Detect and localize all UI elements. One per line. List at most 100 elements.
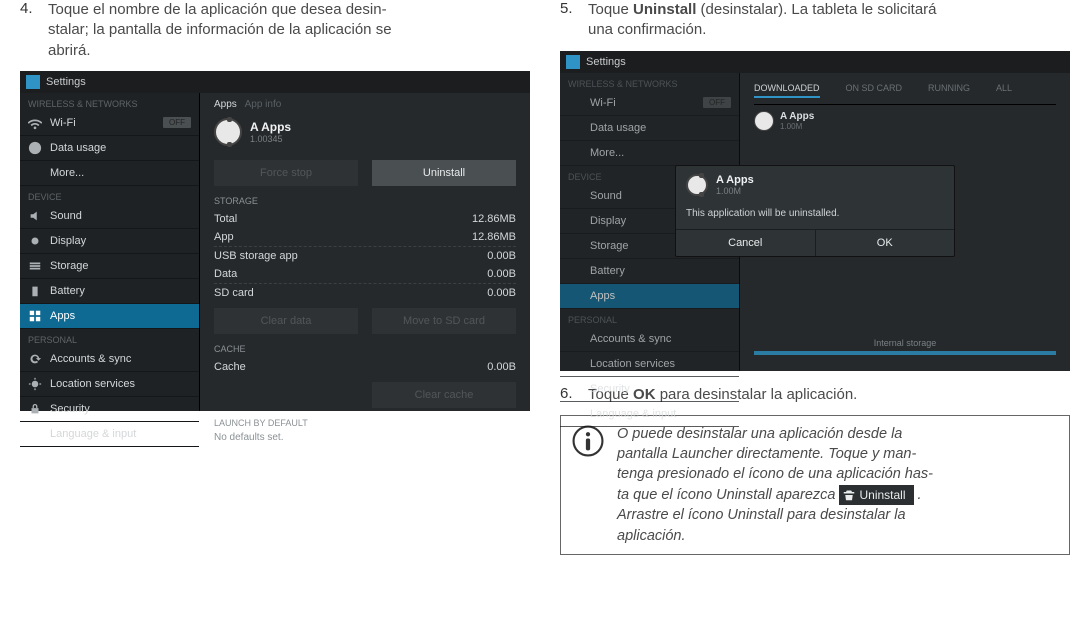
location-icon bbox=[568, 357, 582, 371]
storage-app: App12.86MB bbox=[214, 228, 516, 247]
app-header: A Apps 1.00345 bbox=[214, 116, 516, 154]
lock-icon bbox=[28, 402, 42, 416]
step-number: 5. bbox=[560, 0, 588, 41]
sync-icon bbox=[568, 332, 582, 346]
step-text: Toque Uninstall (desinstalar). La tablet… bbox=[588, 0, 937, 41]
sidebar-item-language[interactable]: Language & input bbox=[20, 422, 199, 447]
uninstall-button[interactable]: Uninstall bbox=[372, 160, 516, 186]
language-icon bbox=[28, 427, 42, 441]
step-number: 4. bbox=[20, 0, 48, 61]
sidebar-item-apps[interactable]: Apps bbox=[560, 284, 739, 309]
sidebar-item-data-usage[interactable]: Data usage bbox=[560, 116, 739, 141]
sidebar-item-more[interactable]: More... bbox=[560, 141, 739, 166]
sidebar-item-more[interactable]: More... bbox=[20, 161, 199, 186]
app-info-pane: Apps App info A Apps 1.00345 Force stop bbox=[200, 93, 530, 411]
sound-icon bbox=[568, 189, 582, 203]
battery-icon bbox=[568, 264, 582, 278]
dialog-subtitle: 1.00M bbox=[716, 186, 754, 196]
wifi-icon bbox=[28, 116, 42, 130]
settings-icon bbox=[566, 55, 580, 69]
sidebar-item-accounts[interactable]: Accounts & sync bbox=[20, 347, 199, 372]
no-defaults-text: No defaults set. bbox=[214, 432, 516, 443]
sidebar-item-data-usage[interactable]: Data usage bbox=[20, 136, 199, 161]
tab-downloaded[interactable]: DOWNLOADED bbox=[754, 83, 820, 98]
sidebar-item-location[interactable]: Location services bbox=[20, 372, 199, 397]
info-icon bbox=[571, 424, 605, 458]
apps-icon bbox=[28, 309, 42, 323]
sync-icon bbox=[28, 352, 42, 366]
sidebar-item-sound[interactable]: Sound bbox=[20, 204, 199, 229]
location-icon bbox=[28, 377, 42, 391]
screenshot-app-info: Settings WIRELESS & NETWORKS Wi-Fi OFF D… bbox=[20, 71, 530, 411]
display-icon bbox=[568, 214, 582, 228]
internal-storage-bar: Internal storage bbox=[754, 338, 1056, 355]
step-4: 4. Toque el nombre de la aplicación que … bbox=[20, 0, 530, 61]
sidebar-item-apps[interactable]: Apps bbox=[20, 304, 199, 329]
clear-data-button[interactable]: Clear data bbox=[214, 308, 358, 334]
move-to-sd-button[interactable]: Move to SD card bbox=[372, 308, 516, 334]
screenshot-uninstall-dialog: Settings WIRELESS & NETWORKS Wi-FiOFF Da… bbox=[560, 51, 1070, 371]
sidebar-item-wifi[interactable]: Wi-Fi OFF bbox=[20, 111, 199, 136]
app-version: 1.00345 bbox=[250, 134, 291, 144]
dialog-message: This application will be uninstalled. bbox=[676, 204, 954, 229]
step-text: Toque el nombre de la aplicación que des… bbox=[48, 0, 392, 61]
dialog-ok-button[interactable]: OK bbox=[816, 230, 955, 256]
sidebar-item-location[interactable]: Location services bbox=[560, 352, 739, 377]
sidebar-item-storage[interactable]: Storage bbox=[20, 254, 199, 279]
sidebar-item-language[interactable]: Language & input bbox=[560, 402, 739, 427]
dialog-cancel-button[interactable]: Cancel bbox=[676, 230, 816, 256]
storage-sdcard: SD card0.00B bbox=[214, 284, 516, 302]
sidebar-item-wifi[interactable]: Wi-FiOFF bbox=[560, 91, 739, 116]
storage-icon bbox=[568, 239, 582, 253]
cache-section-header: CACHE bbox=[214, 344, 516, 354]
app-icon bbox=[686, 174, 708, 196]
storage-section-header: STORAGE bbox=[214, 196, 516, 206]
storage-icon bbox=[28, 259, 42, 273]
apps-tabs: DOWNLOADED ON SD CARD RUNNING ALL bbox=[754, 83, 1056, 98]
wifi-off-badge[interactable]: OFF bbox=[163, 117, 191, 128]
launch-section-header: LAUNCH BY DEFAULT bbox=[214, 418, 516, 428]
storage-data: Data0.00B bbox=[214, 265, 516, 284]
tab-on-sd[interactable]: ON SD CARD bbox=[846, 83, 903, 98]
lock-icon bbox=[568, 382, 582, 396]
tip-box: O puede desinstalar una aplicación desde… bbox=[560, 415, 1070, 555]
sidebar-item-battery[interactable]: Battery bbox=[20, 279, 199, 304]
sound-icon bbox=[28, 209, 42, 223]
clear-cache-button[interactable]: Clear cache bbox=[372, 382, 516, 408]
sidebar-item-accounts[interactable]: Accounts & sync bbox=[560, 327, 739, 352]
apps-icon bbox=[568, 289, 582, 303]
data-usage-icon bbox=[28, 141, 42, 155]
dialog-title: A Apps bbox=[716, 174, 754, 186]
cache-row: Cache0.00B bbox=[214, 358, 516, 376]
step-5: 5. Toque Uninstall (desinstalar). La tab… bbox=[560, 0, 1070, 41]
sidebar-item-security[interactable]: Security bbox=[20, 397, 199, 422]
app-icon bbox=[214, 118, 242, 146]
app-icon bbox=[754, 111, 774, 131]
tab-running[interactable]: RUNNING bbox=[928, 83, 970, 98]
display-icon bbox=[28, 234, 42, 248]
uninstall-badge: Uninstall bbox=[839, 485, 913, 506]
sidebar-item-display[interactable]: Display bbox=[20, 229, 199, 254]
window-titlebar: Settings bbox=[560, 51, 1070, 73]
sidebar-header-wireless: WIRELESS & NETWORKS bbox=[20, 93, 199, 111]
uninstall-dialog: A Apps 1.00M This application will be un… bbox=[675, 165, 955, 257]
sidebar-item-battery[interactable]: Battery bbox=[560, 259, 739, 284]
sidebar-header-personal: PERSONAL bbox=[20, 329, 199, 347]
window-titlebar: Settings bbox=[20, 71, 530, 93]
settings-sidebar: WIRELESS & NETWORKS Wi-Fi OFF Data usage… bbox=[20, 93, 200, 411]
app-list-row[interactable]: A Apps 1.00M bbox=[754, 111, 1056, 131]
sidebar-item-security[interactable]: Security bbox=[560, 377, 739, 402]
window-title: Settings bbox=[46, 76, 86, 88]
breadcrumb: Apps App info bbox=[214, 99, 516, 110]
storage-total: Total12.86MB bbox=[214, 210, 516, 228]
window-title: Settings bbox=[586, 56, 626, 68]
force-stop-button[interactable]: Force stop bbox=[214, 160, 358, 186]
tab-all[interactable]: ALL bbox=[996, 83, 1012, 98]
battery-icon bbox=[28, 284, 42, 298]
storage-usb: USB storage app0.00B bbox=[214, 247, 516, 265]
sidebar-header-device: DEVICE bbox=[20, 186, 199, 204]
app-name: A Apps bbox=[250, 120, 291, 134]
settings-icon bbox=[26, 75, 40, 89]
data-usage-icon bbox=[568, 121, 582, 135]
wifi-icon bbox=[568, 96, 582, 110]
